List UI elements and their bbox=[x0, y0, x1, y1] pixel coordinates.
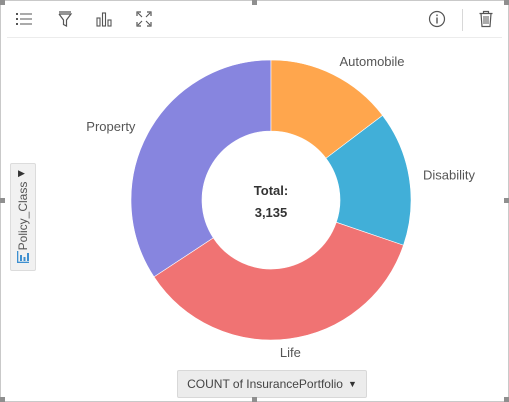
resize-handle[interactable] bbox=[252, 0, 257, 5]
chart-axis-icon bbox=[16, 250, 30, 269]
donut-chart: PropertyAutomobileDisabilityLife Total: … bbox=[86, 54, 476, 360]
resize-handle[interactable] bbox=[504, 397, 509, 402]
donut-center-label: Total: bbox=[254, 183, 288, 198]
resize-handle[interactable] bbox=[0, 0, 5, 5]
slice-label-automobile: Automobile bbox=[340, 54, 405, 69]
chart-card: Property Automobile Disability Life Total: … bbox=[0, 0, 509, 402]
slice-property[interactable] bbox=[130, 59, 272, 278]
dropdown-arrow-icon: ▼ bbox=[347, 379, 357, 389]
resize-handle[interactable] bbox=[252, 397, 257, 402]
policy-class-label: Policy_Class bbox=[16, 181, 30, 251]
slice-label-property: Property bbox=[86, 119, 136, 134]
slice-label-life: Life bbox=[280, 345, 301, 360]
donut-total-value: 3,135 bbox=[255, 205, 288, 220]
resize-handle[interactable] bbox=[0, 198, 5, 203]
slice-label-disability: Disability bbox=[423, 167, 476, 182]
count-field-label: COUNT of InsurancePortfolio bbox=[187, 377, 343, 391]
resize-handle[interactable] bbox=[0, 397, 5, 402]
count-field-dropdown[interactable]: COUNT of InsurancePortfolio ▼ bbox=[177, 370, 367, 398]
resize-handle[interactable] bbox=[504, 198, 509, 203]
resize-handle[interactable] bbox=[504, 0, 509, 5]
policy-class-dropdown[interactable]: ▶ Policy_Class bbox=[10, 163, 36, 271]
